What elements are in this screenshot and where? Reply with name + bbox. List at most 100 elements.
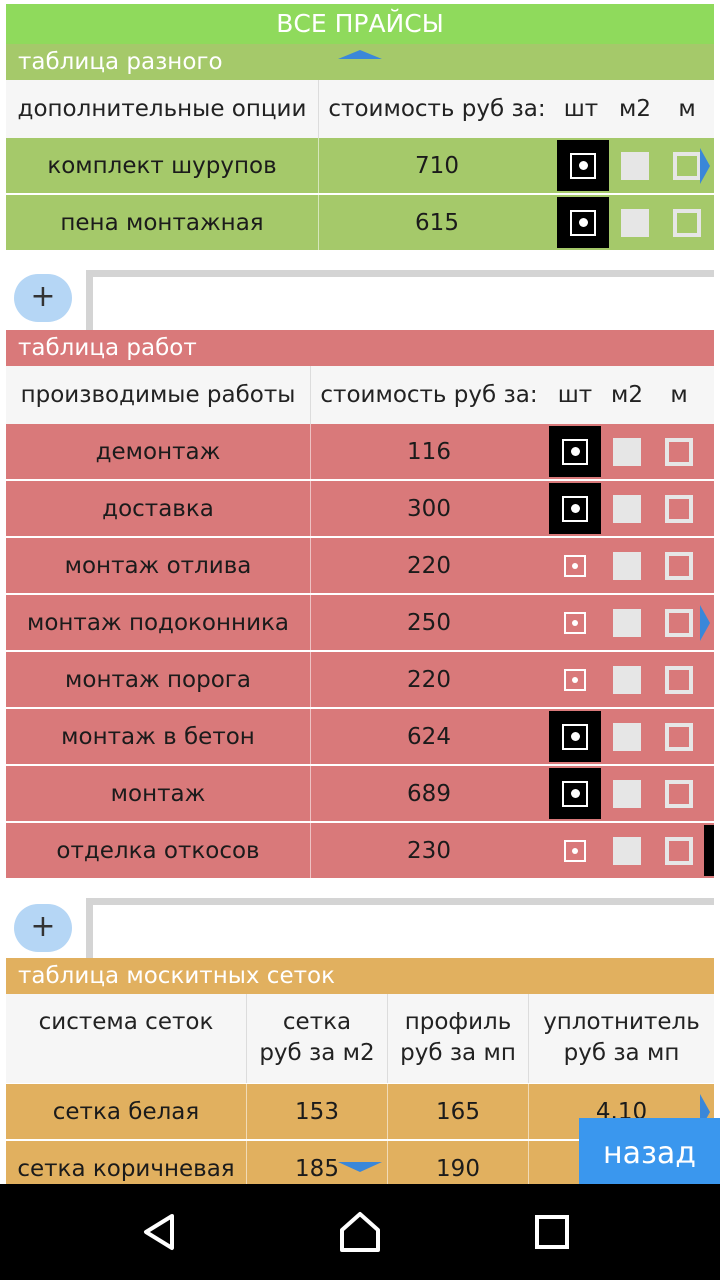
unit-m-checkbox[interactable] bbox=[665, 552, 693, 580]
unit-pcs-radio[interactable] bbox=[549, 654, 601, 705]
unit-m-checkbox[interactable] bbox=[665, 438, 693, 466]
header-profile-line1: профиль bbox=[404, 1009, 512, 1035]
option-name: комплект шурупов bbox=[47, 152, 277, 179]
unit-m-checkbox[interactable] bbox=[673, 152, 701, 180]
header-seal-line2: руб за мп bbox=[563, 1040, 680, 1066]
unit-m2-checkbox[interactable] bbox=[613, 666, 641, 694]
header-unit-m: м bbox=[678, 96, 696, 122]
work-price[interactable]: 230 bbox=[311, 823, 547, 878]
unit-m2-checkbox[interactable] bbox=[621, 152, 649, 180]
recents-nav-icon[interactable] bbox=[512, 1184, 592, 1280]
unit-m-checkbox[interactable] bbox=[665, 495, 693, 523]
mesh-price[interactable]: 153 bbox=[247, 1084, 387, 1139]
table-row[interactable]: монтаж отлива 220 bbox=[6, 538, 714, 593]
new-option-field[interactable] bbox=[86, 270, 714, 330]
header-works: производимые работы bbox=[20, 382, 296, 408]
unit-pcs-radio[interactable] bbox=[549, 540, 601, 591]
work-price[interactable]: 250 bbox=[311, 595, 547, 650]
collapse-up-icon[interactable] bbox=[338, 50, 382, 59]
back-nav-icon[interactable] bbox=[120, 1184, 200, 1280]
header-price: стоимость руб за: bbox=[328, 96, 546, 122]
table-row[interactable]: монтаж подоконника 250 bbox=[6, 595, 714, 650]
unit-pcs-radio[interactable] bbox=[557, 197, 609, 248]
unit-m2-checkbox[interactable] bbox=[613, 495, 641, 523]
unit-m2-checkbox[interactable] bbox=[613, 837, 641, 865]
option-price[interactable]: 615 bbox=[319, 195, 555, 250]
work-name: монтаж подоконника bbox=[26, 609, 290, 636]
unit-pcs-radio[interactable] bbox=[549, 426, 601, 477]
option-name: пена монтажная bbox=[60, 209, 264, 236]
work-name: доставка bbox=[102, 495, 214, 522]
header-unit-m2: м2 bbox=[619, 96, 651, 122]
works-add-area: + bbox=[6, 898, 714, 958]
unit-m-checkbox[interactable] bbox=[665, 837, 693, 865]
top-bar: ВСЕ ПРАЙСЫ bbox=[0, 0, 720, 44]
header-unit-pcs: шт bbox=[557, 382, 593, 408]
works-table-title[interactable]: таблица работ bbox=[6, 330, 714, 366]
home-nav-icon[interactable] bbox=[320, 1184, 400, 1280]
scroll-right-icon[interactable] bbox=[700, 148, 710, 184]
misc-table-header: дополнительные опции стоимость руб за: ш… bbox=[6, 80, 714, 138]
unit-m-checkbox[interactable] bbox=[665, 666, 693, 694]
work-price[interactable]: 220 bbox=[311, 538, 547, 593]
work-name: монтаж порога bbox=[65, 666, 251, 693]
unit-m2-checkbox[interactable] bbox=[613, 723, 641, 751]
system-nav-bar bbox=[0, 1184, 720, 1280]
table-row[interactable]: отделка откосов 230 bbox=[6, 823, 714, 878]
mosquito-table-title[interactable]: таблица москитных сеток bbox=[6, 958, 714, 994]
net-name: сетка коричневая bbox=[17, 1155, 235, 1182]
table-row[interactable]: монтаж 689 bbox=[6, 766, 714, 821]
unit-pcs-radio[interactable] bbox=[557, 140, 609, 191]
work-name: монтаж в бетон bbox=[61, 723, 255, 750]
work-name: монтаж отлива bbox=[64, 552, 252, 579]
unit-m2-checkbox[interactable] bbox=[613, 780, 641, 808]
unit-pcs-radio[interactable] bbox=[549, 597, 601, 648]
profile-price[interactable]: 165 bbox=[388, 1084, 528, 1139]
header-seal: уплотнитель руб за мп bbox=[529, 994, 714, 1083]
unit-pcs-radio[interactable] bbox=[549, 711, 601, 762]
unit-m-checkbox[interactable] bbox=[665, 609, 693, 637]
work-name: отделка откосов bbox=[56, 837, 260, 864]
new-work-field[interactable] bbox=[86, 898, 714, 958]
misc-add-area: + bbox=[6, 270, 714, 330]
all-prices-button[interactable]: ВСЕ ПРАЙСЫ bbox=[6, 4, 714, 44]
table-row[interactable]: пена монтажная 615 bbox=[6, 195, 714, 250]
table-row[interactable]: монтаж порога 220 bbox=[6, 652, 714, 707]
back-button[interactable]: назад bbox=[579, 1118, 720, 1190]
works-table-header: производимые работы стоимость руб за: шт… bbox=[6, 366, 714, 424]
scroll-indicator bbox=[704, 825, 714, 876]
mosquito-table-header: система сеток сетка руб за м2 профиль ру… bbox=[6, 994, 714, 1083]
add-option-button[interactable]: + bbox=[14, 274, 72, 322]
unit-m2-checkbox[interactable] bbox=[613, 552, 641, 580]
work-name: демонтаж bbox=[95, 438, 221, 465]
expand-down-icon[interactable] bbox=[338, 1162, 382, 1172]
table-row[interactable]: доставка 300 bbox=[6, 481, 714, 536]
table-row[interactable]: демонтаж 116 bbox=[6, 424, 714, 479]
option-price[interactable]: 710 bbox=[319, 138, 555, 193]
unit-m2-checkbox[interactable] bbox=[613, 609, 641, 637]
header-options: дополнительные опции bbox=[17, 96, 307, 122]
unit-pcs-radio[interactable] bbox=[549, 483, 601, 534]
unit-m-checkbox[interactable] bbox=[665, 723, 693, 751]
work-price[interactable]: 689 bbox=[311, 766, 547, 821]
unit-m2-checkbox[interactable] bbox=[613, 438, 641, 466]
table-row[interactable]: монтаж в бетон 624 bbox=[6, 709, 714, 764]
table-row[interactable]: комплект шурупов 710 bbox=[6, 138, 714, 193]
header-unit-m2: м2 bbox=[611, 382, 643, 408]
net-name: сетка белая bbox=[52, 1098, 200, 1125]
header-mesh: сетка руб за м2 bbox=[247, 994, 387, 1083]
unit-m-checkbox[interactable] bbox=[673, 209, 701, 237]
profile-price[interactable]: 190 bbox=[388, 1141, 528, 1184]
work-price[interactable]: 624 bbox=[311, 709, 547, 764]
scroll-right-icon[interactable] bbox=[700, 605, 710, 641]
header-mesh-line1: сетка bbox=[282, 1009, 352, 1035]
unit-pcs-radio[interactable] bbox=[549, 768, 601, 819]
add-work-button[interactable]: + bbox=[14, 904, 72, 952]
work-price[interactable]: 220 bbox=[311, 652, 547, 707]
unit-m2-checkbox[interactable] bbox=[621, 209, 649, 237]
unit-pcs-radio[interactable] bbox=[549, 825, 601, 876]
work-price[interactable]: 116 bbox=[311, 424, 547, 479]
unit-m-checkbox[interactable] bbox=[665, 780, 693, 808]
work-price[interactable]: 300 bbox=[311, 481, 547, 536]
header-profile: профиль руб за мп bbox=[388, 994, 528, 1083]
